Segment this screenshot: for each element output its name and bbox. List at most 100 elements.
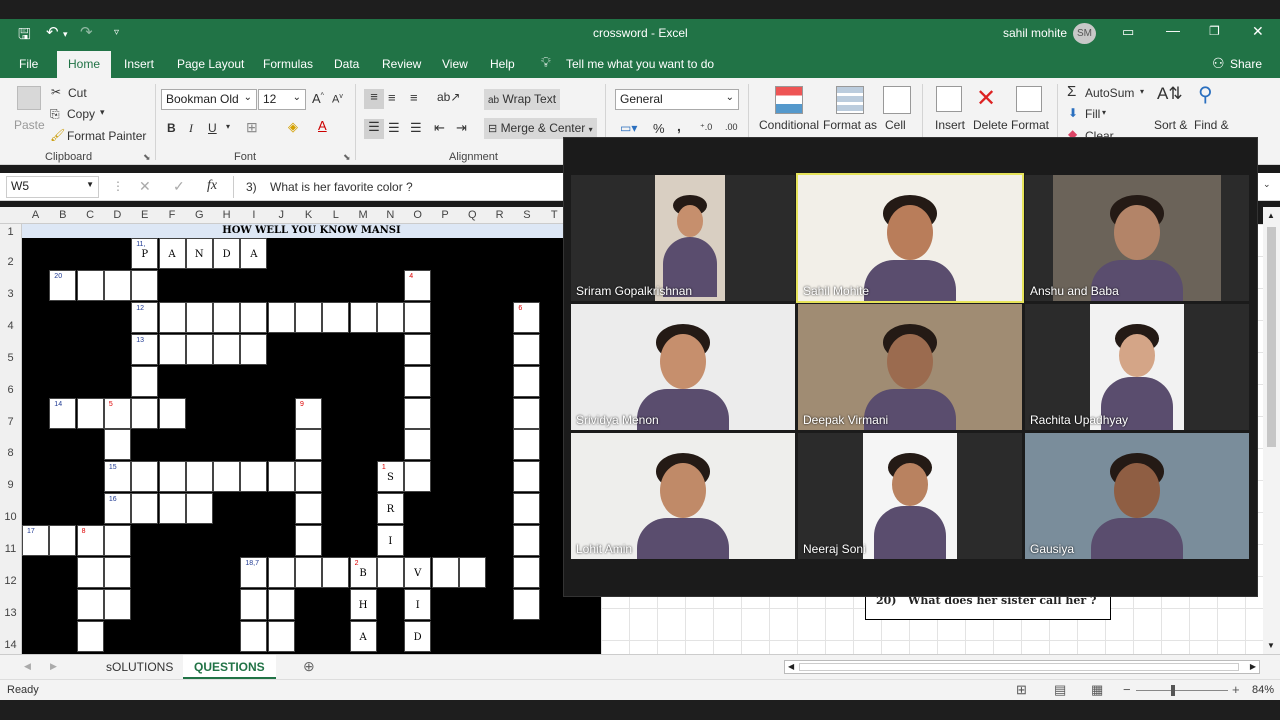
sheet-tab-solutions[interactable]: sOLUTIONS: [106, 660, 173, 674]
crossword-cell[interactable]: [131, 365, 159, 397]
save-icon[interactable]: 🖫: [18, 24, 31, 49]
crossword-cell[interactable]: [103, 588, 131, 620]
crossword-cell[interactable]: D: [404, 620, 432, 652]
crossword-cell[interactable]: 1S: [376, 461, 404, 493]
crossword-cell[interactable]: [513, 588, 541, 620]
crossword-cell[interactable]: 6: [513, 301, 541, 333]
autosum-icon[interactable]: Σ: [1067, 83, 1076, 100]
row-header[interactable]: 12: [0, 575, 21, 587]
crossword-cell[interactable]: A: [240, 238, 268, 269]
crossword-cell[interactable]: 13: [131, 333, 159, 365]
row-header[interactable]: 6: [0, 384, 21, 396]
crossword-cell[interactable]: [349, 301, 377, 333]
horizontal-scrollbar[interactable]: ◀ ▶: [784, 660, 1260, 674]
zoom-slider-handle[interactable]: [1171, 685, 1175, 696]
crossword-cell[interactable]: A: [349, 620, 377, 652]
scroll-right-icon[interactable]: ▶: [1250, 662, 1256, 671]
italic-button[interactable]: I: [189, 121, 193, 136]
minimize-icon[interactable]: —: [1166, 22, 1180, 38]
crossword-cell[interactable]: [103, 525, 131, 557]
crossword-cell[interactable]: 2B: [349, 557, 377, 588]
crossword-cell[interactable]: [213, 461, 241, 493]
crossword-cell[interactable]: 15: [103, 461, 131, 493]
autosum-dropdown-icon[interactable]: ▾: [1140, 87, 1144, 96]
share-button[interactable]: Share: [1230, 57, 1262, 71]
customize-toolbar-icon[interactable]: ▿: [114, 27, 119, 38]
fill-button[interactable]: Fill: [1085, 107, 1100, 121]
crossword-cell[interactable]: [404, 301, 432, 333]
column-header[interactable]: K: [295, 209, 322, 221]
crossword-cell[interactable]: [404, 397, 432, 429]
crossword-cell[interactable]: [295, 525, 322, 557]
orientation-icon[interactable]: ab↗: [437, 90, 460, 104]
crossword-cell[interactable]: [158, 333, 186, 365]
participant-tile[interactable]: Rachita Upadhyay: [1025, 304, 1249, 430]
crossword-cell[interactable]: [267, 301, 295, 333]
column-header[interactable]: P: [432, 209, 459, 221]
wrap-text-button[interactable]: ab Wrap Text: [484, 89, 561, 110]
column-header[interactable]: E: [131, 209, 158, 221]
sheet-tab-questions[interactable]: QUESTIONS: [183, 655, 276, 679]
crossword-cell[interactable]: 14: [49, 397, 77, 429]
cell-styles-button[interactable]: Cell: [885, 118, 906, 132]
underline-dropdown-icon[interactable]: ▾: [226, 122, 230, 131]
copy-button[interactable]: Copy: [67, 107, 95, 121]
tab-insert[interactable]: Insert: [124, 57, 154, 71]
tab-formulas[interactable]: Formulas: [263, 57, 313, 71]
participant-tile[interactable]: Anshu and Baba: [1025, 175, 1249, 301]
undo-dropdown-icon[interactable]: ▾: [63, 29, 68, 40]
column-header[interactable]: M: [350, 209, 377, 221]
currency-icon[interactable]: ▭▾: [620, 121, 637, 135]
crossword-cell[interactable]: [513, 333, 541, 365]
format-as-table-icon[interactable]: [836, 86, 864, 114]
comma-button[interactable]: ,: [677, 118, 681, 134]
crossword-cell[interactable]: [213, 301, 241, 333]
row-header[interactable]: 7: [0, 416, 21, 428]
tell-me-search[interactable]: Tell me what you want to do: [566, 57, 714, 71]
column-header[interactable]: I: [240, 209, 267, 221]
confirm-edit-icon[interactable]: ✓: [173, 178, 185, 195]
bold-button[interactable]: B: [167, 121, 176, 135]
decrease-font-icon[interactable]: Av: [332, 93, 343, 106]
font-color-icon[interactable]: A: [318, 118, 327, 133]
name-box[interactable]: W5 ▼: [6, 176, 99, 198]
crossword-cell[interactable]: [513, 429, 541, 461]
crossword-cell[interactable]: [513, 365, 541, 397]
crossword-cell[interactable]: [131, 461, 159, 493]
decrease-decimal-icon[interactable]: .00: [725, 122, 738, 132]
crossword-cell[interactable]: [103, 429, 131, 461]
cell-styles-icon[interactable]: [883, 86, 911, 114]
sort-filter-icon[interactable]: A⇅: [1157, 84, 1183, 104]
zoom-level[interactable]: 84%: [1252, 684, 1274, 696]
increase-decimal-icon[interactable]: ⁺.0: [700, 122, 712, 133]
fill-color-icon[interactable]: ◈: [288, 119, 298, 135]
top-align-icon[interactable]: ≡: [364, 89, 384, 109]
align-left-icon[interactable]: ☰: [364, 119, 384, 139]
format-as-table-button[interactable]: Format as: [823, 118, 877, 132]
paste-icon[interactable]: [17, 86, 41, 110]
crossword-cell[interactable]: [404, 365, 432, 397]
increase-indent-icon[interactable]: ⇥: [456, 120, 467, 136]
bottom-align-icon[interactable]: ≡: [410, 90, 418, 105]
crossword-cell[interactable]: [76, 588, 104, 620]
find-select-button[interactable]: Find &: [1194, 118, 1229, 132]
crossword-cell[interactable]: [76, 269, 104, 301]
crossword-cell[interactable]: [376, 301, 404, 333]
participant-tile[interactable]: Sriram Gopalkrishnan: [571, 175, 795, 301]
scroll-thumb[interactable]: [1267, 227, 1276, 447]
find-select-icon[interactable]: ⚲: [1198, 82, 1213, 107]
crossword-cell[interactable]: 5: [103, 397, 131, 429]
increase-font-icon[interactable]: A^: [312, 91, 324, 106]
delete-cells-button[interactable]: Delete: [973, 118, 1008, 132]
crossword-cell[interactable]: [458, 557, 486, 588]
user-name[interactable]: sahil mohite: [1003, 26, 1067, 40]
sort-filter-button[interactable]: Sort &: [1154, 118, 1187, 132]
crossword-cell[interactable]: [131, 269, 159, 301]
align-right-icon[interactable]: ☰: [410, 120, 422, 136]
crossword-cell[interactable]: 18,7: [240, 557, 268, 588]
formula-input[interactable]: 3) What is her favorite color ?: [246, 180, 413, 194]
avatar[interactable]: SM: [1073, 23, 1096, 44]
insert-cells-button[interactable]: Insert: [935, 118, 965, 132]
font-launcher-icon[interactable]: ⬊: [343, 152, 351, 163]
borders-icon[interactable]: ⊞: [246, 119, 258, 136]
